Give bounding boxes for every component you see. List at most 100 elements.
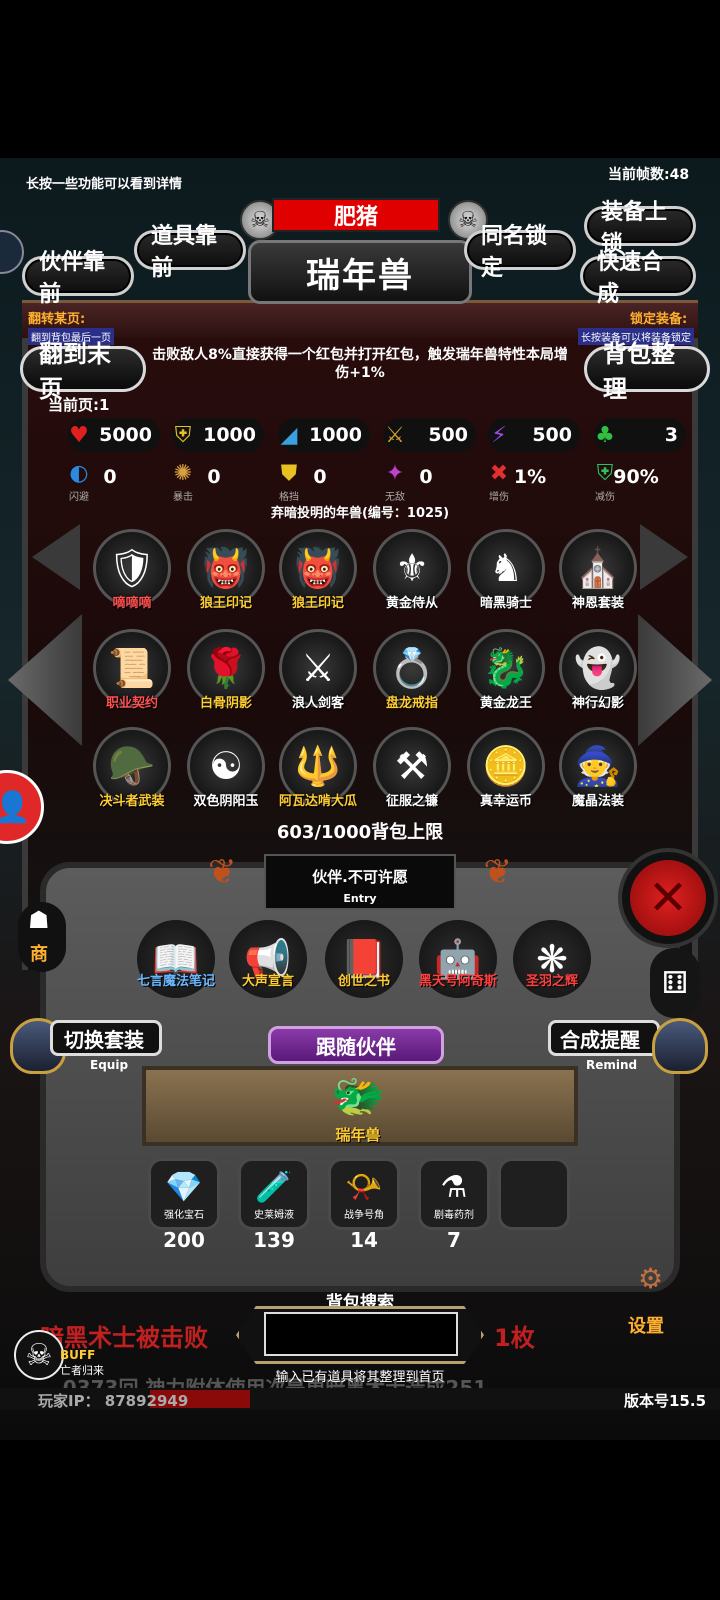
item-label: 黄金侍从 [385, 596, 438, 611]
item-icon: 🌹 [202, 645, 250, 690]
buff-sub: 亡者归来 [60, 1364, 104, 1377]
consumable-count: 14 [350, 1228, 378, 1252]
close-icon: ✕ [630, 860, 706, 936]
block-icon: ⛊ [280, 460, 298, 486]
quick-combine-button[interactable]: 快速合成 [580, 250, 696, 307]
item-icon: 🪖 [108, 743, 156, 788]
item-icon: 📜 [108, 645, 156, 690]
game-screen: 长按一些功能可以看到详情 当前帧数:48 ☠ ☠ 肥猪 瑞年兽 道具靠前 伙伴靠… [0, 158, 720, 1440]
consumable-count: 139 [253, 1228, 295, 1252]
close-button[interactable]: ✕ [618, 848, 718, 948]
invincible-icon: ✦ [385, 460, 405, 486]
item-label: 狼王印记 [199, 596, 252, 611]
crit-icon: ✺ [173, 460, 193, 486]
settings-label: 设置 [628, 1316, 664, 1337]
flip-hint-title: 翻转某页: [28, 312, 86, 327]
damage-up-icon: ✖ [489, 460, 509, 486]
switch-set-button[interactable]: 切换套装 Equip [10, 1014, 162, 1078]
consumable-label: 史莱姆液 [254, 1210, 294, 1221]
combine-remind-sub: Remind [586, 1058, 638, 1072]
item-label: 阿瓦达啃大瓜 [278, 794, 357, 809]
item-label: 决斗者武装 [99, 794, 165, 809]
sword-icon: ⚔ [385, 422, 405, 448]
item-label: 真幸运币 [479, 794, 532, 809]
same-name-lock-button[interactable]: 同名锁定 [464, 224, 576, 281]
ticker-right: 1枚 [494, 1324, 535, 1352]
item-label: 神恩套装 [571, 596, 624, 611]
player-ip: 玩家IP： 87892949 [38, 1392, 189, 1410]
item-icon: ⚔ [300, 646, 336, 690]
stat-label: 格挡 [279, 492, 299, 503]
item-label: 征服之镰 [385, 794, 438, 809]
buff-skull-icon[interactable]: ☠ [14, 1330, 64, 1380]
clover-icon: ♣ [595, 422, 615, 448]
item-icon: 🛡 [107, 545, 157, 590]
item-front-button[interactable]: 道具靠前 [134, 224, 246, 281]
consumable-label: 战争号角 [344, 1210, 384, 1221]
settings-icon: ⚙ [638, 1262, 664, 1295]
helmet-right-icon [652, 1018, 708, 1074]
entry-item-label: 大声宣言 [241, 974, 294, 989]
item-label: 白骨阴影 [199, 696, 252, 711]
page-title: 瑞年兽 [306, 256, 414, 296]
damage-down-icon: ⛨ [596, 460, 614, 486]
consumable-label: 剧毒药剂 [434, 1210, 474, 1221]
item-icon: 👻 [574, 645, 622, 690]
follow-partner-banner: 跟随伙伴 [268, 1026, 444, 1064]
lightning-icon: ⚡ [491, 422, 507, 448]
item-label: 盘龙戒指 [385, 696, 438, 711]
consumable-count: 7 [447, 1228, 461, 1252]
consumable-icon: 📯 [345, 1169, 383, 1205]
item-icon: 👹 [294, 545, 342, 590]
partner-icon[interactable]: 🐲 [320, 1064, 396, 1128]
lock-hint-title: 锁定装备: [630, 312, 688, 327]
equip-lock-button[interactable]: 装备上锁 [584, 200, 696, 257]
shop-icon: ☗ [28, 906, 50, 934]
bag-search-input[interactable] [264, 1312, 458, 1356]
consumable-count: 200 [163, 1228, 205, 1252]
shop-button[interactable]: ☗ 商 [18, 902, 66, 972]
entry-subtitle: Entry [343, 892, 377, 905]
entry-item-label: 圣羽之辉 [525, 974, 578, 989]
item-label: 神行幻影 [571, 696, 624, 711]
bag-search-hint: 输入已有道具将其整理到首页 [275, 1370, 445, 1385]
item-label: 浪人剑客 [291, 696, 344, 711]
wing-left-icon: ❦ [208, 852, 237, 892]
item-label: 魔晶法装 [571, 794, 624, 809]
buff-label: BUFF [60, 1348, 96, 1362]
item-icon: 👹 [202, 545, 250, 590]
dice-button[interactable]: ⚅ [650, 948, 700, 1018]
item-label: 双色阴阳玉 [193, 794, 259, 809]
partner-front-button[interactable]: 伙伴靠前 [22, 250, 134, 307]
bag-limit-label: 603/1000背包上限 [276, 822, 444, 843]
item-icon: 💍 [388, 645, 436, 690]
consumable-icon: 💎 [165, 1169, 203, 1205]
item-label: 黄金龙王 [479, 696, 532, 711]
consumable-icon: ⚗ [440, 1169, 468, 1205]
switch-set-sub: Equip [90, 1058, 129, 1072]
stat-label: 增伤 [489, 492, 509, 503]
version-label: 版本号15.5 [624, 1392, 707, 1410]
item-icon: ⛪ [574, 545, 622, 590]
stat-label: 闪避 [69, 492, 89, 503]
top-hint: 长按一些功能可以看到详情 [26, 177, 183, 192]
empty-slot[interactable] [498, 1158, 570, 1230]
dodge-icon: ◐ [69, 460, 89, 486]
heart-icon: ♥ [69, 422, 89, 448]
item-label: 职业契约 [105, 696, 158, 711]
current-page-label: 当前页:1 [48, 396, 110, 414]
item-icon: ⚜ [394, 546, 430, 590]
armor-icon: ⛨ [174, 422, 192, 448]
fps-counter: 当前帧数:48 [608, 167, 690, 183]
to-last-page-button[interactable]: 翻到末页 [20, 340, 146, 403]
bag-sort-button[interactable]: 背包整理 [584, 340, 710, 403]
stat-label: 无敌 [385, 492, 405, 503]
consumable-icon: 🧪 [255, 1169, 293, 1205]
item-icon: 🐉 [482, 645, 530, 690]
side-toggle-icon[interactable] [0, 230, 24, 274]
item-description: 击败敌人8%直接获得一个红包并打开红包，触发瑞年兽特性本局增伤+1% [152, 347, 568, 381]
settings-button[interactable]: ⚙ 设置 [622, 1254, 682, 1338]
item-label: 狼王印记 [291, 596, 344, 611]
shop-label: 商 [30, 944, 48, 965]
stat-label: 暴击 [173, 492, 193, 503]
